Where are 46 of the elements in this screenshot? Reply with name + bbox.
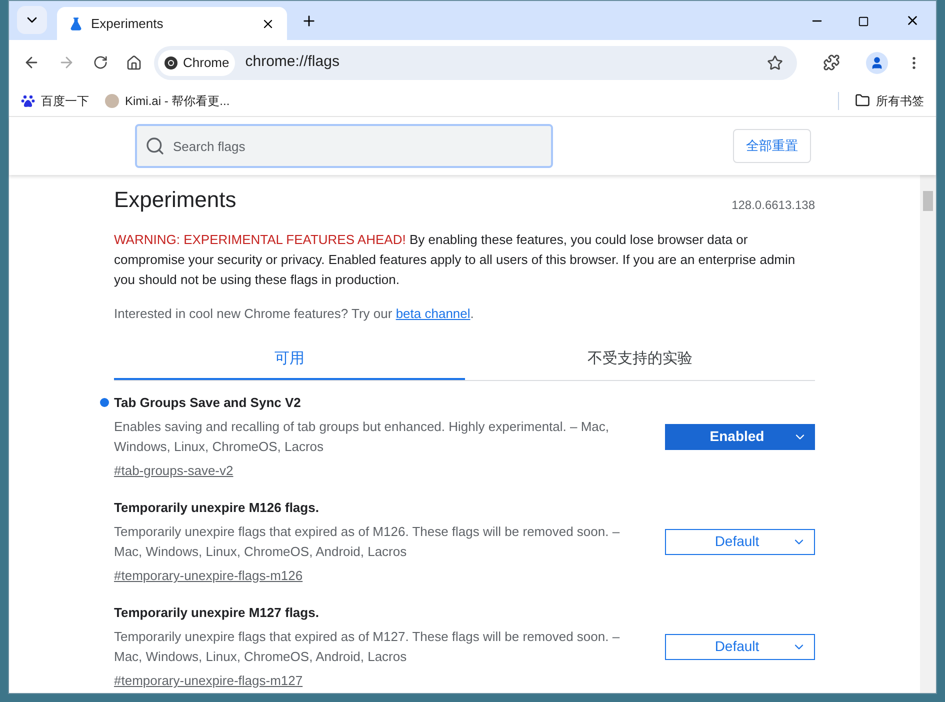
tab-search-button[interactable] xyxy=(17,6,47,34)
scrollbar[interactable] xyxy=(920,175,936,693)
search-field[interactable]: Search flags xyxy=(135,124,553,168)
extensions-icon[interactable] xyxy=(823,54,840,71)
all-bookmarks-button[interactable]: 所有书签 xyxy=(838,92,924,110)
bookmark-item[interactable]: Kimi.ai - 帮你看更... xyxy=(105,92,230,110)
content-tab[interactable]: 可用 xyxy=(114,342,464,380)
flag-description: Temporarily unexpire flags that expired as of M127. These flags will be removed soon. – Mac, Windows, Linux, ChromeOS, Android, Lacros xyxy=(114,628,621,666)
maximize-icon[interactable] xyxy=(858,16,869,27)
flag-link[interactable]: #temporary-unexpire-flags-m127 xyxy=(114,671,625,690)
paw-icon xyxy=(21,94,35,108)
avatar-icon xyxy=(105,94,119,108)
flag-link[interactable]: #tab-groups-save-v2 xyxy=(114,461,625,480)
flag-name: Tab Groups Save and Sync V2 xyxy=(114,394,301,412)
star-icon[interactable] xyxy=(767,54,783,70)
warning-paragraph: WARNING: EXPERIMENTAL FEATURES AHEAD! By enabling these features, you could lose browser data or compromise your security or privacy. Enabled features apply to all users of this browser. If you are an enterprise admin you should not be using these flags in production. xyxy=(114,231,796,289)
flag-link[interactable]: #temporary-unexpire-flags-m126 xyxy=(114,566,625,586)
profile-icon[interactable] xyxy=(866,52,888,74)
page-title: Experiments xyxy=(114,186,236,214)
flag-select[interactable]: Default xyxy=(665,528,815,554)
browser-tab[interactable]: Experiments xyxy=(57,7,287,40)
tab-title: Experiments xyxy=(91,14,164,33)
flag-name: Temporarily unexpire M126 flags. xyxy=(114,498,319,517)
version-text: 128.0.6613.138 xyxy=(732,197,815,214)
search-icon xyxy=(145,136,165,156)
beta-channel-link[interactable]: beta channel xyxy=(396,306,470,321)
folder-icon xyxy=(855,93,870,108)
flag-select[interactable]: Default xyxy=(665,634,815,660)
content-tab[interactable]: 不受支持的实验 xyxy=(464,342,815,380)
new-tab-icon[interactable] xyxy=(301,13,317,29)
flag-select[interactable]: Enabled xyxy=(665,424,815,450)
flask-icon xyxy=(69,16,83,30)
flag-description: Temporarily unexpire flags that expired as of M126. These flags will be removed soon. – Mac, Windows, Linux, ChromeOS, Android, Lacros xyxy=(114,523,621,561)
back-icon[interactable] xyxy=(23,54,40,71)
reset-all-button[interactable]: 全部重置 xyxy=(733,129,811,163)
site-chip[interactable]: Chrome xyxy=(158,50,236,76)
flag-name: Temporarily unexpire M127 flags. xyxy=(114,604,319,622)
chrome-logo-icon xyxy=(164,56,178,70)
intro-paragraph: Interested in cool new Chrome features? Try our beta channel. xyxy=(114,305,475,323)
reload-icon[interactable] xyxy=(93,55,108,70)
bookmark-item[interactable]: 百度一下 xyxy=(21,92,89,110)
url-text: chrome://flags xyxy=(245,52,340,72)
close-icon[interactable] xyxy=(905,13,920,28)
address-bar[interactable]: Chrome chrome://flags xyxy=(154,46,797,80)
home-icon[interactable] xyxy=(126,54,142,70)
flag-description: Enables saving and recalling of tab groups but enhanced. Highly experimental. – Mac, Windows, Linux, ChromeOS, Lacros xyxy=(114,418,610,456)
